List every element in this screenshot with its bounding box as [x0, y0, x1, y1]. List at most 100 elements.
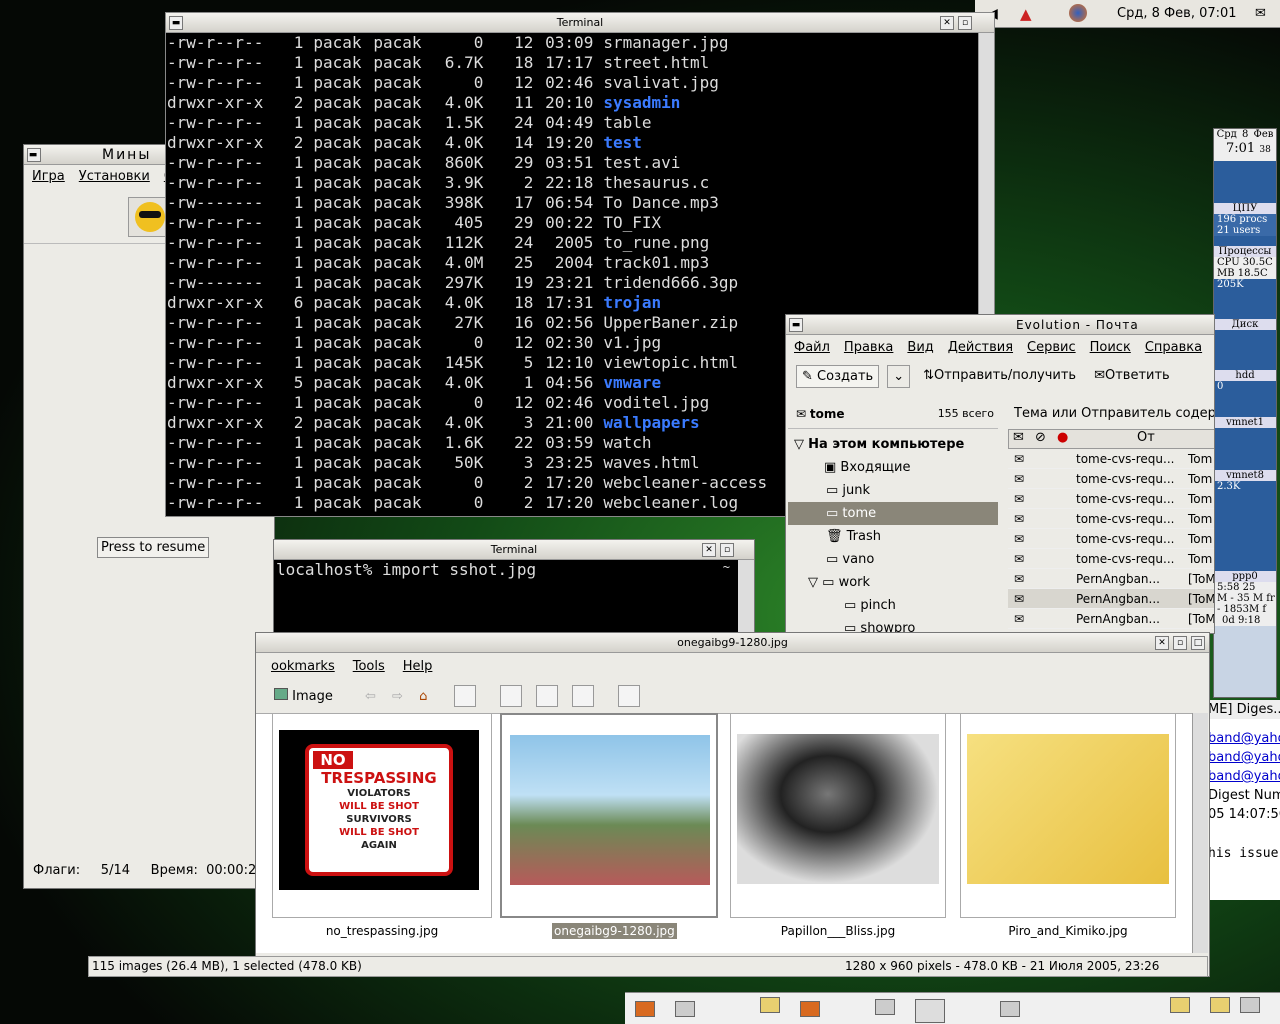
menu-game[interactable]: Игра [32, 169, 65, 184]
message-row[interactable]: ✉ PernAngban... [ToM [1008, 609, 1214, 629]
window-menu-button[interactable]: ▬ [169, 16, 183, 30]
window-menu-button[interactable]: ▬ [789, 318, 803, 332]
menu-file[interactable]: Файл [794, 340, 830, 355]
menu-actions[interactable]: Действия [948, 340, 1013, 355]
window-icon[interactable] [915, 999, 945, 1023]
message-row[interactable]: ✉ tome-cvs-requ... Tom [1008, 469, 1214, 489]
fit-icon[interactable] [618, 685, 641, 707]
firefox-icon[interactable] [1069, 4, 1087, 22]
folder-item[interactable]: ▽ ▭ work [788, 571, 998, 594]
properties-icon[interactable] [571, 685, 594, 707]
folder-item[interactable]: 🗑 Trash [788, 525, 998, 548]
file-size: 4.0M [444, 253, 484, 272]
send-receive-button[interactable]: ⇅Отправить/получить [918, 365, 1081, 388]
mail-icon: ✉ [796, 407, 807, 421]
mail-icon[interactable]: ✉ [1255, 6, 1266, 21]
menu-view[interactable]: Вид [907, 340, 933, 355]
minimize-icon[interactable]: ▫ [720, 543, 734, 557]
message-row[interactable]: ✉ tome-cvs-requ... Tom [1008, 449, 1214, 469]
edit-icon[interactable] [535, 685, 558, 707]
file-day: 3 [523, 453, 534, 472]
group: pacak [373, 253, 422, 272]
menu-bookmarks[interactable]: ookmarks [271, 659, 335, 674]
file-name: v1.jpg [603, 333, 662, 352]
maximize-icon[interactable]: □ [1191, 636, 1205, 650]
file-time: 17:31 [545, 293, 594, 312]
folder-item[interactable]: ▭ vano [788, 548, 998, 571]
terminal-icon[interactable] [875, 999, 895, 1015]
menu-tools[interactable]: Tools [353, 659, 385, 674]
folder-item[interactable]: ▣ Входящие [788, 456, 998, 479]
link-count: 1 [293, 433, 304, 452]
file-time: 20:10 [545, 93, 594, 112]
terminal-icon[interactable] [1240, 997, 1260, 1013]
thumbnail-piro-kimiko[interactable]: Piro_and_Kimiko.jpg [960, 713, 1176, 938]
thumbnail-papillon[interactable]: Papillon___Bliss.jpg [730, 713, 946, 938]
link-count: 1 [293, 73, 304, 92]
new-dropdown[interactable]: ⌄ [887, 365, 911, 388]
mail-icon[interactable] [760, 997, 780, 1013]
thumbnail-onegaibg9[interactable]: onegaibg9-1280.jpg [500, 713, 718, 939]
message-row[interactable]: ✉ tome-cvs-requ... Tom [1008, 549, 1214, 569]
menu-tools[interactable]: Сервис [1027, 340, 1076, 355]
window-menu-button[interactable]: ▬ [27, 148, 41, 162]
reply-button[interactable]: ✉Ответить [1089, 365, 1175, 388]
sign-line: WILL BE SHOT [339, 801, 419, 812]
expand-icon[interactable]: ▽ [808, 575, 822, 590]
from-column[interactable]: От [1137, 430, 1155, 445]
home-icon[interactable]: ⌂ [419, 689, 427, 704]
menu-search[interactable]: Поиск [1090, 340, 1131, 355]
close-icon[interactable]: ✕ [702, 543, 716, 557]
preview-link[interactable]: band@yahoo [1208, 748, 1280, 767]
mail-icon[interactable] [1170, 997, 1190, 1013]
file-size: 112K [444, 233, 484, 252]
menu-edit[interactable]: Правка [844, 340, 893, 355]
close-icon[interactable]: ✕ [1155, 636, 1169, 650]
owner: pacak [313, 373, 362, 392]
status-left: 115 images (26.4 MB), 1 selected (478.0 … [92, 959, 362, 973]
thumbnail-no-trespassing[interactable]: NO TRESPASSING VIOLATORS WILL BE SHOT SU… [272, 713, 492, 938]
folder-item[interactable]: ▭ tome [788, 502, 998, 525]
link-count: 2 [293, 93, 304, 112]
menu-settings[interactable]: Установки [79, 169, 150, 184]
preview-link[interactable]: band@yahoo [1208, 767, 1280, 786]
search-input[interactable]: Тема или Отправитель содер [1010, 403, 1214, 427]
zoom-icon[interactable] [499, 685, 522, 707]
resume-button[interactable]: Press to resume [97, 537, 210, 558]
mail-icon[interactable] [1210, 997, 1230, 1013]
menu-help[interactable]: Справка [1145, 340, 1202, 355]
back-icon[interactable]: ⇦ [365, 689, 376, 704]
no-trespassing-sign: NO TRESPASSING VIOLATORS WILL BE SHOT SU… [305, 744, 453, 876]
firefox-icon[interactable] [800, 1001, 820, 1017]
close-icon[interactable]: ✕ [940, 16, 954, 30]
firefox-icon[interactable] [635, 1001, 655, 1017]
file-perms: -rw-r--r-- [167, 453, 264, 472]
folder-item[interactable]: ▭ pinch [788, 594, 998, 617]
message-row[interactable]: ✉ tome-cvs-requ... Tom [1008, 529, 1214, 549]
message-row[interactable]: ✉ tome-cvs-requ... Tom [1008, 489, 1214, 509]
terminal-icon[interactable] [1000, 1001, 1020, 1017]
scrollbar[interactable] [1192, 713, 1208, 953]
message-row[interactable]: ✉ PernAngban... [ToM [1008, 589, 1214, 609]
scrollbar[interactable] [738, 560, 754, 638]
image-button[interactable]: Image [274, 687, 333, 704]
slideshow-icon[interactable] [453, 685, 476, 707]
message-row[interactable]: ✉ tome-cvs-requ... Tom [1008, 509, 1214, 529]
sign-line: SURVIVORS [346, 814, 412, 825]
preview-link[interactable]: band@yahoo [1208, 729, 1280, 748]
group: pacak [373, 213, 422, 232]
message-row[interactable]: ✉ PernAngban... [ToM [1008, 569, 1214, 589]
file-size: 145K [444, 353, 484, 372]
terminal-icon[interactable] [675, 1001, 695, 1017]
group: pacak [373, 113, 422, 132]
time-label: Время: [150, 863, 198, 878]
minimize-icon[interactable]: ▫ [1173, 636, 1187, 650]
forward-icon[interactable]: ⇨ [392, 689, 403, 704]
clock[interactable]: Срд, 8 Фев, 07:01 [1117, 6, 1237, 21]
menu-help[interactable]: Help [403, 659, 433, 674]
hat-icon[interactable]: ▲ [1020, 5, 1032, 23]
minimize-icon[interactable]: ▫ [958, 16, 972, 30]
expand-icon[interactable]: ▽ [794, 437, 804, 452]
folder-item[interactable]: ▭ junk [788, 479, 998, 502]
new-button[interactable]: ✎ Создать [796, 365, 880, 388]
